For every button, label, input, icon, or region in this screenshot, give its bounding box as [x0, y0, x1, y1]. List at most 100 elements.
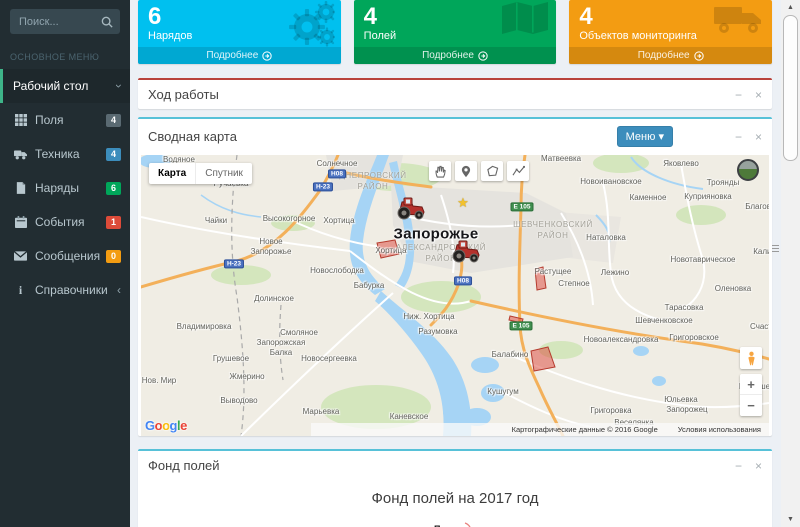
panel-title: Сводная карта [148, 129, 237, 145]
statbox-label: Полей [363, 30, 397, 43]
events-count-badge: 1 [105, 215, 121, 229]
statbox-more-link[interactable]: Подробнее [138, 47, 341, 65]
photo-circle-marker[interactable] [737, 159, 759, 182]
arrow-circle-icon [262, 51, 272, 61]
polyline-tool[interactable] [507, 161, 529, 182]
map-town-label: Новосергеевка [301, 354, 357, 364]
map-town-label: Оленовка [714, 284, 752, 294]
sidebar-item-messages[interactable]: Сообщения 0 [0, 239, 130, 273]
map-town-label: Благовещенка [745, 202, 769, 212]
map-town-label: Яковлево [663, 159, 699, 169]
zoom-out-button[interactable]: − [740, 395, 762, 417]
chevron-down-icon: › [112, 84, 126, 88]
statbox-more-link[interactable]: Подробнее [569, 47, 773, 65]
map-town-label: Юльевка [664, 395, 698, 405]
map-town-label: Марьевка [302, 407, 340, 417]
chevron-left-icon: ‹ [117, 283, 121, 297]
statbox-orders: 6 Нарядов Подробнее [138, 0, 341, 65]
road-badge: Н-23 [312, 182, 334, 192]
panel-field-fund: Фонд полей − × Фонд полей на 2017 год Пу… [138, 449, 772, 527]
map-type-control: Карта Спутник [149, 163, 252, 185]
map-region-label: ШЕВЧЕНКОВСКИЙ РАЙОН [513, 220, 593, 241]
google-logo[interactable]: Google [145, 418, 187, 433]
scroll-down-arrow[interactable]: ▼ [781, 512, 800, 527]
map-copyright: Картографические данные © 2016 Google [511, 425, 658, 435]
draw-toolbar [429, 161, 529, 182]
map-town-label: Грушевое [212, 354, 250, 364]
sidebar-item-dashboard[interactable]: Рабочий стол › [0, 69, 130, 103]
sidebar-item-directories[interactable]: i Справочники ‹ [0, 273, 130, 307]
statbox-label: Объектов мониторинга [579, 30, 697, 43]
map-town-label: Высокогорное [262, 214, 316, 224]
collapse-icon[interactable]: − [735, 460, 742, 472]
polygon-tool[interactable] [481, 161, 503, 182]
search-input[interactable] [10, 9, 94, 34]
close-icon[interactable]: × [755, 131, 762, 143]
map-menu-button[interactable]: Меню ▾ [616, 126, 673, 148]
main-content: 6 Нарядов Подробнее 4 Полей Подробнее 4 … [130, 0, 781, 527]
road-badge: Е 105 [510, 202, 534, 212]
sidebar-item-fields[interactable]: Поля 4 [0, 103, 130, 137]
sidebar-item-label: Справочники [35, 283, 108, 297]
tractor-marker[interactable] [451, 240, 481, 268]
map-town-label: Чайки [204, 216, 228, 226]
map-town-label: Шевченковское [635, 316, 693, 326]
sidebar-item-orders[interactable]: Наряды 6 [0, 171, 130, 205]
map-town-label: Бабурка [353, 281, 385, 291]
fund-pie-chart: Пусто [434, 522, 476, 527]
pegman-control[interactable] [740, 347, 762, 370]
arrow-circle-icon [478, 51, 488, 61]
sidebar-item-label: События [35, 215, 85, 229]
map-town-label: Каневское [389, 412, 429, 422]
map-town-label: Запорожская Балка [256, 338, 306, 358]
pan-hand-tool[interactable] [429, 161, 451, 182]
sidebar-item-events[interactable]: События 1 [0, 205, 130, 239]
page-scrollbar[interactable]: ▲ ▼ [781, 0, 800, 527]
sidebar-item-vehicles[interactable]: Техника 4 [0, 137, 130, 171]
file-icon [13, 182, 28, 194]
scrollbar-thumb[interactable] [783, 15, 798, 161]
map-controls: + − [740, 347, 762, 417]
map-town-label: Степное [558, 279, 590, 289]
google-map[interactable]: ВодяноеСолнечноеРучаевкаЧайкиВысокогорно… [141, 155, 769, 437]
map-town-label: Куприяновка [684, 192, 732, 202]
map-town-label: Новоивановское [580, 177, 642, 187]
statbox-value: 6 [148, 3, 162, 30]
star-marker[interactable]: ★ [457, 195, 469, 211]
panel-summary-map: Сводная карта Меню ▾ − × Водяное Солнечн… [138, 117, 772, 437]
map-town-label: Троянды [706, 178, 740, 188]
collapse-icon[interactable]: − [735, 131, 742, 143]
panel-resize-grip[interactable] [772, 243, 779, 254]
close-icon[interactable]: × [755, 89, 762, 101]
sidebar-item-label: Поля [35, 113, 64, 127]
road-badge: Е 105 [509, 321, 533, 331]
orders-count-badge: 6 [105, 181, 121, 195]
map-town-label: Каменное [629, 193, 667, 203]
statbox-label: Нарядов [148, 30, 193, 43]
terms-link[interactable]: Условия использования [678, 425, 761, 434]
close-icon[interactable]: × [755, 460, 762, 472]
envelope-icon [13, 251, 28, 261]
map-town-label: Новослободка [310, 266, 364, 276]
map-type-map[interactable]: Карта [149, 163, 195, 184]
statbox-value: 4 [363, 3, 378, 30]
caret-down-icon: ▾ [658, 131, 664, 144]
zoom-in-button[interactable]: + [740, 374, 762, 396]
map-region-label: ДНЕПРОВСКИЙ РАЙОН [339, 171, 407, 192]
scroll-up-arrow[interactable]: ▲ [781, 0, 800, 15]
panel-title: Ход работы [148, 87, 219, 103]
messages-count-badge: 0 [105, 249, 121, 263]
marker-tool[interactable] [455, 161, 477, 182]
map-town-label: Матвеевка [540, 155, 582, 164]
map-type-satellite[interactable]: Спутник [195, 163, 252, 185]
map-town-label: Счастливое [750, 322, 769, 332]
tractor-marker[interactable] [396, 197, 426, 225]
road-badge: Н-23 [223, 259, 245, 269]
search-button[interactable] [94, 9, 120, 34]
statbox-more-link[interactable]: Подробнее [353, 47, 557, 65]
collapse-icon[interactable]: − [735, 89, 742, 101]
info-icon: i [18, 282, 23, 297]
sidebar-item-label: Техника [35, 147, 80, 161]
map-labels-layer: ВодяноеСолнечноеРучаевкаЧайкиВысокогорно… [141, 155, 769, 436]
map-town-label: Солнечное [316, 159, 358, 169]
